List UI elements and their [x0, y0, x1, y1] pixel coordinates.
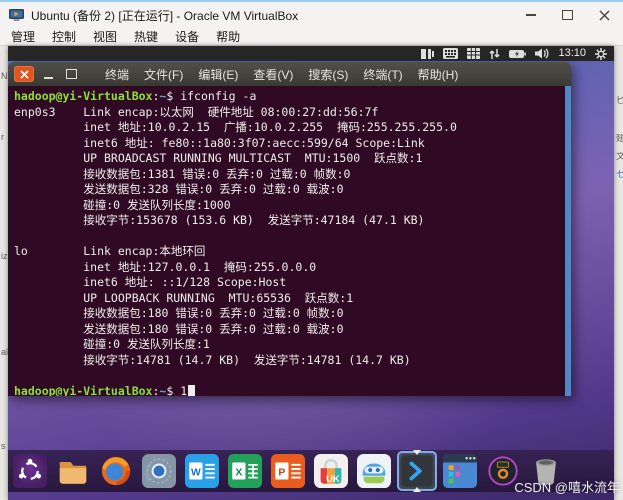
menubar-item[interactable]: 管理 [11, 28, 35, 45]
terminal-line: UP LOOPBACK RUNNING MTU:65536 跃点数:1 [14, 291, 565, 307]
volume-icon[interactable] [535, 48, 549, 59]
firefox-icon[interactable] [96, 451, 136, 491]
terminal-menu-item[interactable]: 文件(F) [144, 66, 183, 83]
terminal-line: inet6 地址: ::1/128 Scope:Host [14, 275, 565, 291]
terminal-line: 接收数据包:180 错误:0 丢弃:0 过载:0 帧数:0 [14, 306, 565, 322]
host-desktop-fragment: N [1, 72, 8, 81]
terminal-line [14, 368, 565, 384]
host-desktop-fragment: 七 [616, 170, 623, 179]
host-desktop-fragment: r [1, 133, 4, 142]
terminal-line: 接收字节:153678 (153.6 KB) 发送字节:47184 (47.1 … [14, 213, 565, 229]
terminal-menu-item[interactable]: 终端 [105, 66, 129, 83]
maximize-icon [562, 10, 573, 20]
terminal-line: 碰撞:0 发送队列长度:1 [14, 337, 565, 353]
terminal-menu-item[interactable]: 搜索(S) [308, 66, 348, 83]
close-icon [20, 70, 29, 79]
terminal-line: 发送数据包:328 错误:0 丢弃:0 过载:0 载波:0 [14, 182, 565, 198]
prompt-user: hadoop@yi-VirtualBox [14, 384, 152, 397]
terminal-minimize-button[interactable] [39, 66, 57, 82]
utility-icon[interactable] [139, 451, 179, 491]
terminal-line: 发送数据包:180 错误:0 丢弃:0 过载:0 载波:0 [14, 322, 565, 338]
terminal-titlebar: 终端文件(F) 编辑(E) 查看(V) 搜索(S) 终端(T) 帮助(H) [8, 62, 571, 86]
svg-text:X: X [235, 467, 242, 478]
ubuntu-top-panel: 13:10 [8, 46, 614, 61]
input-indicator-icon[interactable] [421, 48, 434, 60]
window-manager-icon[interactable] [440, 451, 480, 491]
powerpoint-icon[interactable]: P [268, 451, 308, 491]
terminal-maximize-button[interactable] [62, 66, 80, 82]
prompt-command: $ ifconfig -a [166, 89, 256, 103]
maximize-button[interactable] [549, 2, 586, 28]
menubar-item[interactable]: 帮助 [216, 28, 240, 45]
terminal-icon[interactable] [397, 451, 437, 491]
session-gear-icon[interactable] [595, 48, 607, 60]
terminal-window: 终端文件(F) 编辑(E) 查看(V) 搜索(S) 终端(T) 帮助(H) hadoop@… [8, 62, 571, 396]
host-desktop-fragment: 文 [616, 152, 623, 161]
prompt-user: hadoop@yi-VirtualBox [14, 89, 152, 103]
terminal-menu-item[interactable]: 帮助(H) [418, 66, 459, 83]
virtualbox-titlebar: Ubuntu (备份 2) [正在运行] - Oracle VM Virtual… [0, 0, 623, 28]
minimize-icon [526, 14, 536, 16]
terminal-line: hadoop@yi-VirtualBox:~$ ifconfig -a [14, 89, 565, 105]
ubuntu-dash-icon[interactable] [10, 451, 50, 491]
terminal-line: UP BROADCAST RUNNING MULTICAST MTU:1500 … [14, 151, 565, 167]
menubar-item[interactable]: 设备 [175, 28, 199, 45]
menubar-item[interactable]: 热键 [134, 28, 158, 45]
svg-text:P: P [278, 467, 285, 478]
character-grid-icon[interactable] [467, 48, 480, 59]
software-center-icon[interactable]: UK [311, 451, 351, 491]
host-desktop-fragment: s [1, 442, 6, 451]
word-icon[interactable]: W [182, 451, 222, 491]
host-desktop-fragment: 翅 [616, 134, 623, 143]
terminal-line: 接收数据包:1381 错误:0 丢弃:0 过载:0 帧数:0 [14, 167, 565, 183]
terminal-line: inet 地址:127.0.0.1 掩码:255.0.0.0 [14, 260, 565, 276]
excel-icon[interactable]: X [225, 451, 265, 491]
terminal-line: inet 地址:10.0.2.15 广播:10.0.2.255 掩码:255.2… [14, 120, 565, 136]
terminal-line: 碰撞:0 发送队列长度:1000 [14, 198, 565, 214]
terminal-menu-item[interactable]: 编辑(E) [198, 66, 238, 83]
close-icon [599, 10, 610, 21]
svg-text:UK: UK [326, 474, 340, 485]
terminal-cursor [188, 385, 195, 397]
battery-icon[interactable] [509, 49, 526, 59]
prompt-command: $ 1 [166, 384, 187, 397]
host-desktop-fragment: 匕 [616, 96, 623, 105]
keyboard-icon[interactable] [443, 48, 458, 59]
assistant-icon[interactable] [354, 451, 394, 491]
maximize-icon [66, 69, 77, 79]
terminal-line: lo Link encap:本地环回 [14, 244, 565, 260]
host-desktop-fragment: al [1, 348, 8, 357]
minimize-icon [44, 77, 53, 79]
terminal-menubar: 终端文件(F) 编辑(E) 查看(V) 搜索(S) 终端(T) 帮助(H) [105, 66, 458, 83]
network-arrows-icon[interactable] [489, 48, 500, 60]
virtualbox-app-icon [9, 8, 24, 22]
menubar-item[interactable]: 控制 [52, 28, 76, 45]
terminal-menu-item[interactable]: 查看(V) [253, 66, 293, 83]
vm-viewport: 13:10 终端文件(F) 编辑(E) 查看(V) 搜索(S) 终端(T) 帮助(H) h… [8, 46, 614, 500]
close-button[interactable] [586, 2, 623, 28]
svg-text:W: W [191, 467, 201, 478]
terminal-scrollbar[interactable] [565, 86, 571, 396]
virtualbox-menubar: 管理控制视图热键设备帮助 [0, 28, 623, 46]
menubar-item[interactable]: 视图 [93, 28, 117, 45]
terminal-line: enp0s3 Link encap:以太网 硬件地址 08:00:27:dd:5… [14, 105, 565, 121]
minimize-button[interactable] [512, 2, 549, 28]
terminal-line [14, 229, 565, 245]
terminal-line: hadoop@yi-VirtualBox:~$ 1 [14, 384, 565, 397]
terminal-close-button[interactable] [14, 66, 34, 82]
terminal-menu-item[interactable]: 终端(T) [363, 66, 402, 83]
terminal-screen[interactable]: hadoop@yi-VirtualBox:~$ ifconfig -aenp0s… [8, 86, 565, 396]
panel-clock[interactable]: 13:10 [558, 46, 586, 61]
host-desktop-fragment: iz [1, 252, 8, 261]
files-icon[interactable] [53, 451, 93, 491]
terminal-line: 接收字节:14781 (14.7 KB) 发送字节:14781 (14.7 KB… [14, 353, 565, 369]
terminal-line: inet6 地址: fe80::1a80:3f07:aecc:599/64 Sc… [14, 136, 565, 152]
watermark: CSDN @嘻水流年 [514, 477, 620, 496]
window-title: Ubuntu (备份 2) [正在运行] - Oracle VM Virtual… [31, 7, 298, 24]
